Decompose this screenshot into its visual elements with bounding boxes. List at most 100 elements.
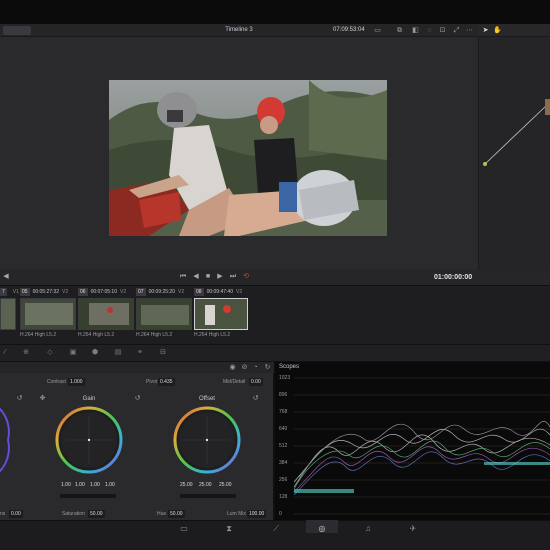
fullscreen-icon[interactable]: ⤢	[451, 26, 462, 35]
tracker-icon[interactable]: ⬢	[90, 348, 100, 358]
fusion-icon[interactable]: ⟋	[269, 524, 283, 534]
window-icon[interactable]: ▣	[68, 348, 78, 358]
timeline-name[interactable]: Timeline 3	[0, 27, 478, 33]
step-back-icon[interactable]: ◀	[191, 272, 201, 282]
chevron-down-icon[interactable]: ⌄	[233, 27, 237, 33]
reset-icon[interactable]: ↺	[132, 394, 143, 403]
highlight-icon[interactable]: ◌	[424, 26, 435, 35]
scope-tick-label: 512	[279, 443, 288, 449]
clip-codec: H.264 High L5.2	[136, 332, 173, 338]
middetail-label: Mid/Detail	[223, 379, 246, 385]
speaker-icon[interactable]: ◀	[1, 272, 11, 282]
clip-icon[interactable]: ▭	[372, 26, 383, 35]
key-icon[interactable]: ⚭	[135, 348, 145, 358]
clip-number: 7	[0, 288, 7, 296]
deliver-icon[interactable]: ✈	[406, 524, 420, 534]
scope-tick-label: 1023	[279, 375, 291, 381]
primaries-header: ◉ ⊘ ◔ ↻	[0, 362, 274, 373]
lum-mix-value[interactable]: 100.00	[247, 510, 267, 518]
gamma-wheel[interactable]	[0, 405, 10, 475]
wheels-mode-icon[interactable]: ◉	[227, 363, 238, 372]
gain-g-value[interactable]: 1.00	[90, 482, 100, 488]
reset-icon[interactable]: ↺	[14, 394, 25, 403]
contrast-value[interactable]: 1.000	[68, 378, 85, 386]
hue-value[interactable]: 50.00	[168, 510, 185, 518]
scopes-title: Scopes	[279, 364, 300, 370]
reset-icon[interactable]: ↺	[250, 394, 261, 403]
color-icon[interactable]: ◎	[315, 524, 329, 534]
gain-b-value[interactable]: 1.00	[105, 482, 115, 488]
clip-header: 07 00:09:25:20 V2	[136, 288, 184, 296]
scope-tick-label: 384	[279, 460, 288, 466]
col-boost-value[interactable]: 0.00	[9, 510, 23, 518]
reset-icon[interactable]: ↻	[262, 363, 273, 372]
scope-tick-label: 0	[279, 511, 282, 517]
pivot-value[interactable]: 0.435	[158, 378, 175, 386]
offset-master-slider[interactable]	[180, 494, 236, 498]
gain-r-value[interactable]: 1.00	[75, 482, 85, 488]
gain-y-value[interactable]: 1.00	[61, 482, 71, 488]
node-editor[interactable]: ↗	[471, 37, 550, 269]
record-timecode: 01:00:00:00	[434, 274, 473, 281]
compare-icon[interactable]: ⊡	[437, 26, 448, 35]
offset-g-value[interactable]: 25.00	[199, 482, 212, 488]
clip-codec: H.264 High L5.2	[78, 332, 115, 338]
offset-r-value[interactable]: 25.00	[180, 482, 193, 488]
clip-thumbnail[interactable]	[194, 298, 248, 330]
edit-icon[interactable]: ⧗	[222, 524, 236, 534]
clip-thumbnail[interactable]	[136, 298, 192, 330]
clip-number: 06	[78, 288, 88, 296]
scope-tick-label: 896	[279, 392, 288, 398]
skip-back-icon[interactable]: ⏮	[178, 272, 188, 282]
viewer-toolbar: Timeline 3 ⌄ 07:09:53:04 ▭ ⧉ ◧ ◌ ⊡ ⤢ ⋯	[0, 24, 478, 37]
picker-icon[interactable]: ⁄	[0, 348, 10, 358]
pivot-label: Pivot	[146, 379, 158, 385]
cut-icon[interactable]: ▭	[177, 524, 191, 534]
scope-tick-label: 256	[279, 477, 288, 483]
offset-b-value[interactable]: 25.00	[219, 482, 232, 488]
clip-codec: H.264 High L5.2	[20, 332, 57, 338]
clip-thumbnail[interactable]	[0, 298, 16, 330]
gain-wheel[interactable]	[55, 406, 123, 474]
fairlight-icon[interactable]: ♫	[361, 524, 375, 534]
gain-master-slider[interactable]	[60, 494, 116, 498]
log-mode-icon[interactable]: ◔	[250, 363, 261, 372]
curves-icon[interactable]: ⊕	[21, 348, 31, 358]
skip-forward-icon[interactable]: ⏭	[228, 272, 238, 282]
pointer-icon[interactable]: ➤	[480, 26, 491, 35]
saturation-value[interactable]: 50.00	[88, 510, 105, 518]
video-frame	[109, 80, 387, 236]
col-boost-label: ns	[0, 511, 6, 517]
hand-icon[interactable]: ✋	[492, 26, 503, 35]
picker-icon[interactable]: ✥	[37, 394, 48, 403]
bars-mode-icon[interactable]: ⊘	[239, 363, 250, 372]
saturation-label: Saturation	[62, 511, 85, 517]
node-graph: ↗	[471, 99, 550, 185]
offset-title: Offset	[199, 396, 215, 402]
clip-number: 05	[20, 288, 30, 296]
stop-icon[interactable]: ■	[203, 272, 213, 282]
viewer-timecode: 07:09:53:04	[333, 27, 365, 33]
clip-thumbnail[interactable]	[20, 298, 76, 330]
clip-header: 06 00:07:05:10 V2	[78, 288, 126, 296]
clip-timecode: 00:09:25:20	[148, 289, 175, 295]
play-icon[interactable]: ▶	[215, 272, 225, 282]
offset-wheel[interactable]	[173, 406, 241, 474]
middetail-value[interactable]: 0.00	[249, 378, 263, 386]
blur-icon[interactable]: ▤	[113, 348, 123, 358]
scope-tick-label: 128	[279, 494, 288, 500]
node-input-dot[interactable]	[483, 162, 487, 166]
more-icon[interactable]: ⋯	[464, 26, 475, 35]
sizing-icon[interactable]: ⊟	[158, 348, 168, 358]
qualifier-icon[interactable]: ◇	[45, 348, 55, 358]
transport-bar-right	[478, 269, 550, 285]
window-top-band	[0, 0, 550, 24]
color-tools-toolbar	[0, 344, 550, 362]
layout-icon[interactable]: ⧉	[394, 26, 405, 35]
clip-thumbnail[interactable]	[78, 298, 134, 330]
loop-icon[interactable]: ⟲	[241, 272, 251, 282]
transport-bar	[0, 269, 478, 285]
wipe-icon[interactable]: ◧	[410, 26, 421, 35]
waveform-scope	[294, 377, 550, 515]
corrector-node[interactable]	[545, 99, 550, 115]
